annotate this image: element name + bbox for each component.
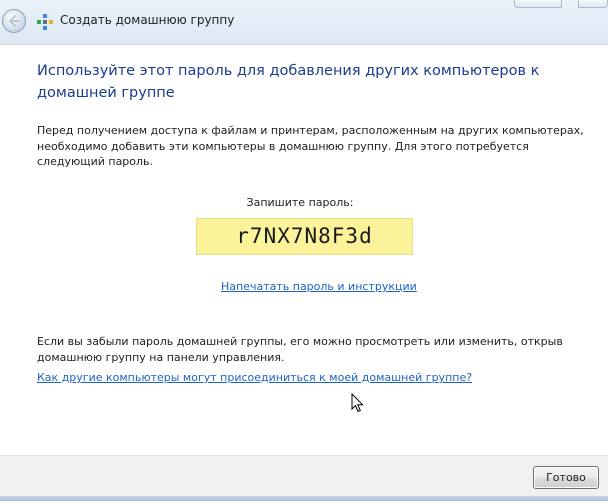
- maximize-button[interactable]: [514, 0, 562, 8]
- how-to-join-link[interactable]: Как другие компьютеры могут присоединить…: [37, 371, 472, 384]
- title-bar: Создать домашнюю группу: [0, 0, 608, 45]
- back-arrow-icon: [9, 15, 20, 27]
- back-button[interactable]: [2, 9, 26, 33]
- wizard-content: Используйте этот пароль для добавления д…: [0, 45, 608, 455]
- print-password-link[interactable]: Напечатать пароль и инструкции: [221, 280, 417, 293]
- window-title: Создать домашнюю группу: [60, 13, 235, 27]
- wizard-footer: Готово: [0, 455, 608, 501]
- window-bottom-border: [0, 496, 608, 501]
- password-label: Запишите пароль:: [246, 196, 354, 209]
- password-display: r7NX7N8F3d: [196, 218, 413, 255]
- homegroup-wizard-window: Создать домашнюю группу Используйте этот…: [0, 0, 608, 501]
- mouse-pointer-icon: [351, 393, 364, 413]
- homegroup-icon: [37, 14, 53, 30]
- intro-text: Перед получением доступа к файлам и прин…: [37, 124, 584, 168]
- page-heading: Используйте этот пароль для добавления д…: [37, 63, 540, 101]
- close-button[interactable]: [578, 0, 608, 8]
- done-button[interactable]: Готово: [533, 466, 599, 489]
- password-label-row: Запишите пароль:: [0, 196, 608, 209]
- forgot-password-text: Если вы забыли пароль домашней группы, е…: [37, 335, 563, 364]
